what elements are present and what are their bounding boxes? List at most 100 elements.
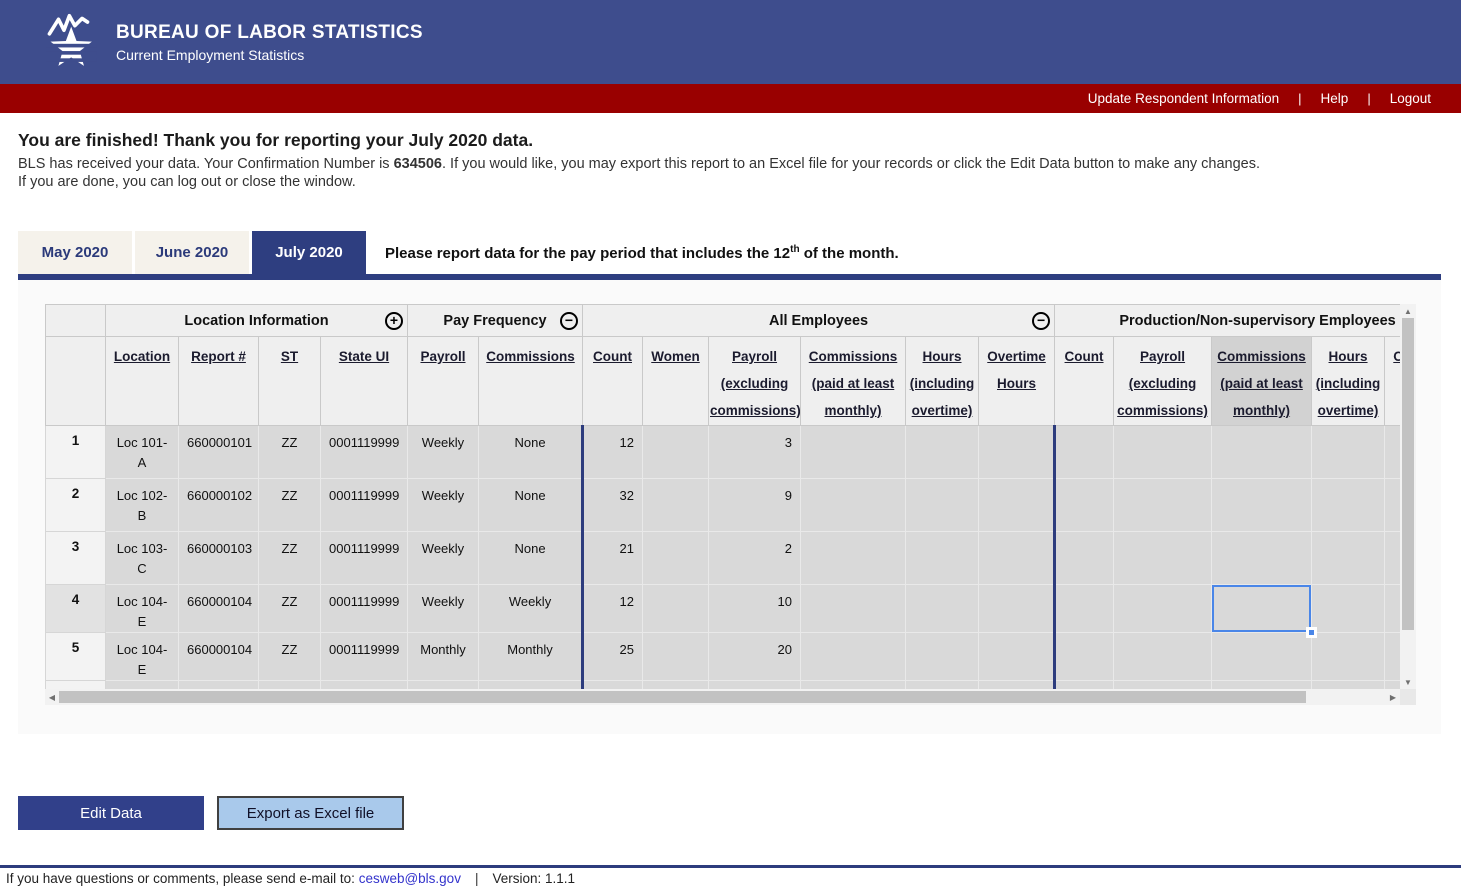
cell-r6-hours[interactable] — [1312, 681, 1385, 690]
cell-r2-hours[interactable] — [1312, 479, 1385, 532]
row-number-2[interactable]: 2 — [46, 479, 106, 532]
cell-r4-state-ui[interactable]: 0001119999 — [321, 585, 408, 633]
cell-r1-report[interactable]: 660000101 — [179, 426, 259, 479]
cell-r4-overtime[interactable] — [979, 585, 1055, 633]
col-header-location-0[interactable]: Location — [106, 337, 179, 426]
cell-r5-payroll[interactable] — [1114, 633, 1212, 681]
cell-r1-payroll[interactable] — [1114, 426, 1212, 479]
cell-r3-count[interactable] — [1055, 532, 1114, 585]
cell-r5-hours[interactable] — [1312, 633, 1385, 681]
cell-r2-hours[interactable] — [906, 479, 979, 532]
cell-r3-payroll[interactable] — [1114, 532, 1212, 585]
col-header-count-6[interactable]: Count — [583, 337, 643, 426]
row-number-4[interactable]: 4 — [46, 585, 106, 633]
cell-r2-payroll[interactable] — [1114, 479, 1212, 532]
tab-june-2020[interactable]: June 2020 — [135, 231, 249, 274]
cell-r2-commissions[interactable] — [801, 479, 906, 532]
cell-r6-payroll[interactable] — [1114, 681, 1212, 690]
cell-r1-hours[interactable] — [906, 426, 979, 479]
cell-r3-payroll[interactable]: Weekly — [408, 532, 479, 585]
cell-r6-commissions[interactable] — [801, 681, 906, 690]
scroll-left-arrow-icon[interactable]: ◀ — [45, 693, 59, 702]
cell-r5-commissions[interactable]: Monthly — [479, 633, 583, 681]
cell-r3-state-ui[interactable]: 0001119999 — [321, 532, 408, 585]
col-header-hours-including-overtime-10[interactable]: Hours(includingovertime) — [906, 337, 979, 426]
col-header-overtime-hours-16[interactable]: OvertimeHours — [1385, 337, 1400, 426]
cell-r2-commissions[interactable] — [1212, 479, 1312, 532]
cell-r3-st[interactable]: ZZ — [259, 532, 321, 585]
cell-r2-state-ui[interactable]: 0001119999 — [321, 479, 408, 532]
cell-r6-women[interactable]: 4 — [643, 681, 709, 690]
cell-r3-overtime[interactable] — [1385, 532, 1400, 585]
cell-r1-state-ui[interactable]: 0001119999 — [321, 426, 408, 479]
col-header-payroll-excluding-commissions-13[interactable]: Payroll(excludingcommissions) — [1114, 337, 1212, 426]
row-number-1[interactable]: 1 — [46, 426, 106, 479]
cell-r3-overtime[interactable] — [979, 532, 1055, 585]
selection-fill-handle[interactable] — [1306, 627, 1317, 638]
cell-r5-state-ui[interactable]: 0001119999 — [321, 633, 408, 681]
cell-r6-overtime[interactable] — [979, 681, 1055, 690]
cell-r4-count[interactable] — [1055, 585, 1114, 633]
cell-r4-commissions[interactable] — [801, 585, 906, 633]
cell-r3-count[interactable]: 21 — [583, 532, 643, 585]
cell-r4-overtime[interactable] — [1385, 585, 1400, 633]
cell-r1-count[interactable]: 12 — [583, 426, 643, 479]
cell-r3-location[interactable]: Loc 103- C — [106, 532, 179, 585]
col-header-payroll-excluding-commissions-8[interactable]: Payroll(excludingcommissions) — [709, 337, 801, 426]
cell-r3-commissions[interactable] — [1212, 532, 1312, 585]
cell-r6-count[interactable]: 12 — [583, 681, 643, 690]
cell-r1-location[interactable]: Loc 101- A — [106, 426, 179, 479]
cell-r1-women[interactable] — [643, 426, 709, 479]
cell-r6-count[interactable] — [1055, 681, 1114, 690]
cell-r1-commissions[interactable] — [801, 426, 906, 479]
row-number-5[interactable]: 5 — [46, 633, 106, 681]
row-number-3[interactable]: 3 — [46, 532, 106, 585]
col-header-hours-including-overtime-15[interactable]: Hours(includingovertime) — [1312, 337, 1385, 426]
vertical-scrollbar[interactable]: ▲ ▼ — [1400, 304, 1416, 689]
cell-r2-count[interactable] — [1055, 479, 1114, 532]
scroll-up-arrow-icon[interactable]: ▲ — [1400, 304, 1416, 318]
cell-r6-commissions[interactable] — [1212, 681, 1312, 690]
col-header-state-ui-3[interactable]: State UI — [321, 337, 408, 426]
cell-r4-payroll[interactable]: Weekly — [408, 585, 479, 633]
cell-r3-hours[interactable] — [906, 532, 979, 585]
col-header-count-12[interactable]: Count — [1055, 337, 1114, 426]
cell-r5-hours[interactable] — [906, 633, 979, 681]
cell-r4-count[interactable]: 12 — [583, 585, 643, 633]
cell-r1-commissions[interactable] — [1212, 426, 1312, 479]
cell-r6-overtime[interactable] — [1385, 681, 1400, 690]
cell-r3-women[interactable] — [643, 532, 709, 585]
cell-r6-commissions[interactable]: None — [479, 681, 583, 690]
minus-circle-icon[interactable]: − — [1032, 312, 1050, 330]
cell-r4-commissions[interactable] — [1212, 585, 1312, 633]
cell-r1-commissions[interactable]: None — [479, 426, 583, 479]
scroll-down-arrow-icon[interactable]: ▼ — [1400, 675, 1416, 689]
cell-r2-payroll[interactable]: 9 — [709, 479, 801, 532]
contact-email-link[interactable]: cesweb@bls.gov — [359, 871, 461, 886]
row-number-6[interactable]: 6 — [46, 681, 106, 690]
cell-r5-count[interactable]: 25 — [583, 633, 643, 681]
col-header-st-2[interactable]: ST — [259, 337, 321, 426]
tab-may-2020[interactable]: May 2020 — [18, 231, 132, 274]
cell-r1-hours[interactable] — [1312, 426, 1385, 479]
cell-r2-location[interactable]: Loc 102- B — [106, 479, 179, 532]
cell-r3-report[interactable]: 660000103 — [179, 532, 259, 585]
cell-r6-st[interactable]: ZZ — [259, 681, 321, 690]
cell-r4-st[interactable]: ZZ — [259, 585, 321, 633]
col-header-women-7[interactable]: Women — [643, 337, 709, 426]
cell-r2-count[interactable]: 32 — [583, 479, 643, 532]
horizontal-scrollbar[interactable]: ◀ ▶ — [45, 689, 1400, 705]
cell-r1-count[interactable] — [1055, 426, 1114, 479]
cell-r4-payroll[interactable]: 10 — [709, 585, 801, 633]
cell-r4-report[interactable]: 660000104 — [179, 585, 259, 633]
cell-r1-payroll[interactable]: 3 — [709, 426, 801, 479]
cell-r5-report[interactable]: 660000104 — [179, 633, 259, 681]
cell-r2-overtime[interactable] — [979, 479, 1055, 532]
col-header-commissions-paid-at-least-monthly-14[interactable]: Commissions(paid at leastmonthly) — [1212, 337, 1312, 426]
nav-help[interactable]: Help — [1321, 91, 1349, 106]
cell-r3-commissions[interactable]: None — [479, 532, 583, 585]
cell-r1-payroll[interactable]: Weekly — [408, 426, 479, 479]
cell-r5-commissions[interactable] — [801, 633, 906, 681]
cell-r5-location[interactable]: Loc 104-E — [106, 633, 179, 681]
cell-r2-women[interactable] — [643, 479, 709, 532]
